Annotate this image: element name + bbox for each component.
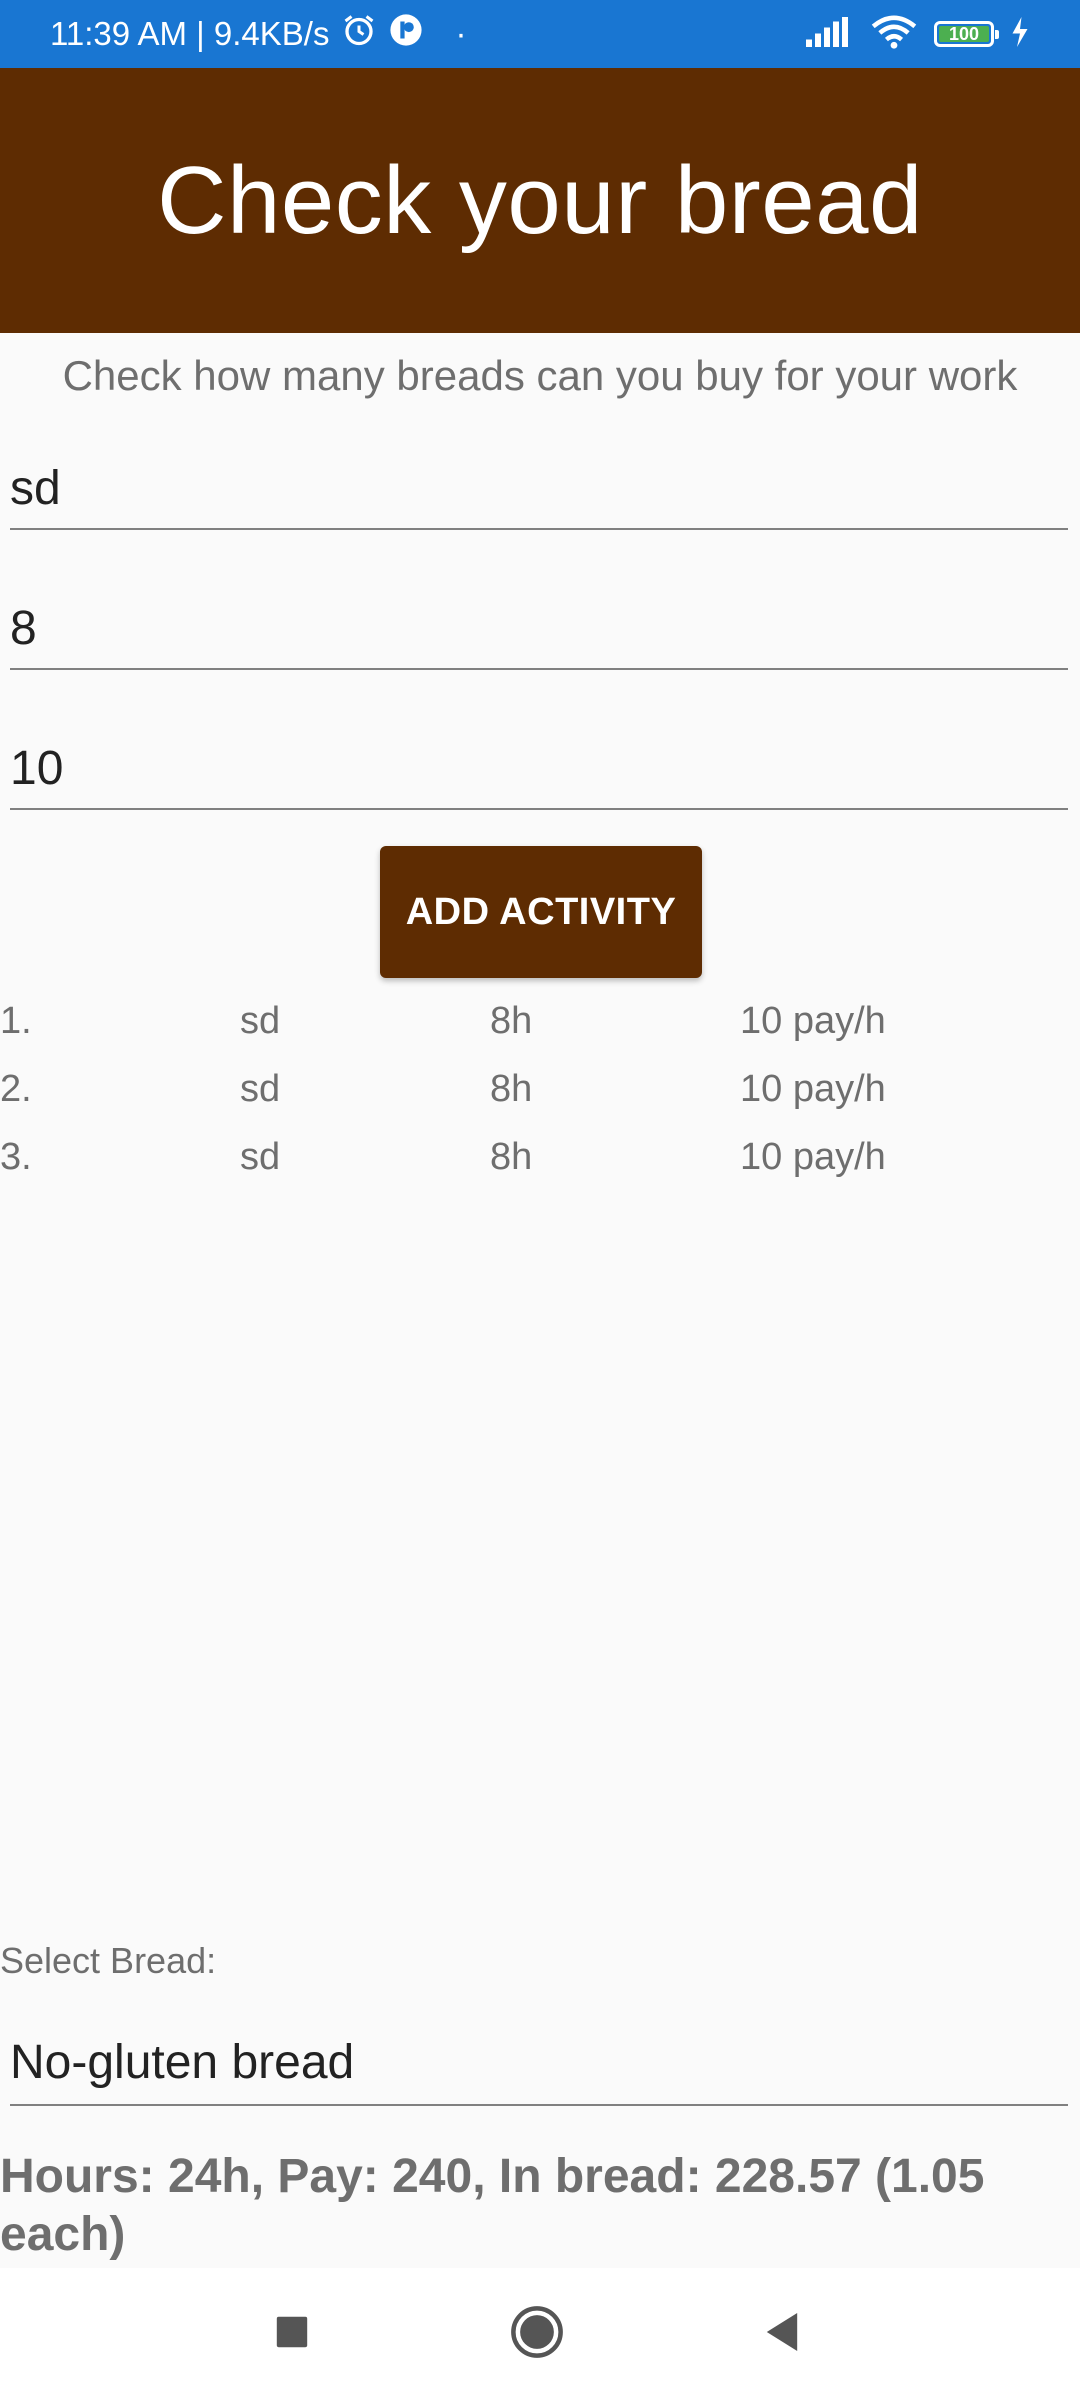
navigation-bar	[0, 2268, 1080, 2400]
home-icon	[510, 2305, 564, 2364]
activity-name-input[interactable]	[10, 448, 1068, 530]
activity-pay: 10 pay/h	[740, 1136, 886, 1178]
activity-name: sd	[240, 1068, 281, 1110]
activity-index: 3.	[0, 1136, 32, 1178]
activity-hours: 8h	[490, 1000, 533, 1042]
activity-index: 1.	[0, 1000, 32, 1042]
recents-button[interactable]	[232, 2268, 352, 2400]
pay-per-hour-input[interactable]	[10, 728, 1068, 810]
list-item: 3. sd 8h 10 pay/h	[0, 1126, 1080, 1194]
signal-icon	[806, 16, 854, 52]
status-time-speed: 11:39 AM | 9.4KB/s	[50, 15, 330, 52]
page-title: Check your bread	[157, 146, 923, 254]
summary-text: Hours: 24h, Pay: 240, In bread: 228.57 (…	[0, 2150, 985, 2261]
activity-name: sd	[240, 1000, 281, 1042]
activity-pay: 10 pay/h	[740, 1000, 886, 1042]
subtitle: Check how many breads can you buy for yo…	[62, 352, 1018, 399]
activity-index: 2.	[0, 1068, 32, 1110]
bread-select[interactable]: No-gluten bread	[10, 2020, 1068, 2106]
battery-level: 100	[948, 23, 980, 44]
list-item: 1. sd 8h 10 pay/h	[0, 990, 1080, 1058]
select-bread-label: Select Bread:	[0, 1940, 217, 1981]
status-right: 100	[806, 0, 1030, 68]
status-left: 11:39 AM | 9.4KB/s ·	[50, 0, 466, 68]
hours-input[interactable]	[10, 588, 1068, 670]
back-button[interactable]	[722, 2268, 842, 2400]
activity-pay: 10 pay/h	[740, 1068, 886, 1110]
alarm-icon	[341, 12, 377, 56]
list-item: 2. sd 8h 10 pay/h	[0, 1058, 1080, 1126]
activity-list: 1. sd 8h 10 pay/h 2. sd 8h 10 pay/h 3. s…	[0, 990, 1080, 1194]
status-bar: 11:39 AM | 9.4KB/s · 100	[0, 0, 1080, 68]
status-dot: ·	[455, 15, 467, 52]
activity-hours: 8h	[490, 1136, 533, 1178]
charging-icon	[1010, 16, 1030, 52]
back-icon	[763, 2311, 801, 2358]
recents-icon	[273, 2313, 311, 2356]
app-header: Check your bread	[0, 68, 1080, 333]
notification-app-icon	[389, 13, 423, 55]
home-button[interactable]	[477, 2268, 597, 2400]
add-activity-button[interactable]: ADD ACTIVITY	[380, 846, 702, 978]
activity-hours: 8h	[490, 1068, 533, 1110]
battery-icon: 100	[934, 21, 999, 47]
activity-name: sd	[240, 1136, 281, 1178]
bread-select-value: No-gluten bread	[10, 2035, 355, 2089]
wifi-icon	[870, 15, 918, 54]
